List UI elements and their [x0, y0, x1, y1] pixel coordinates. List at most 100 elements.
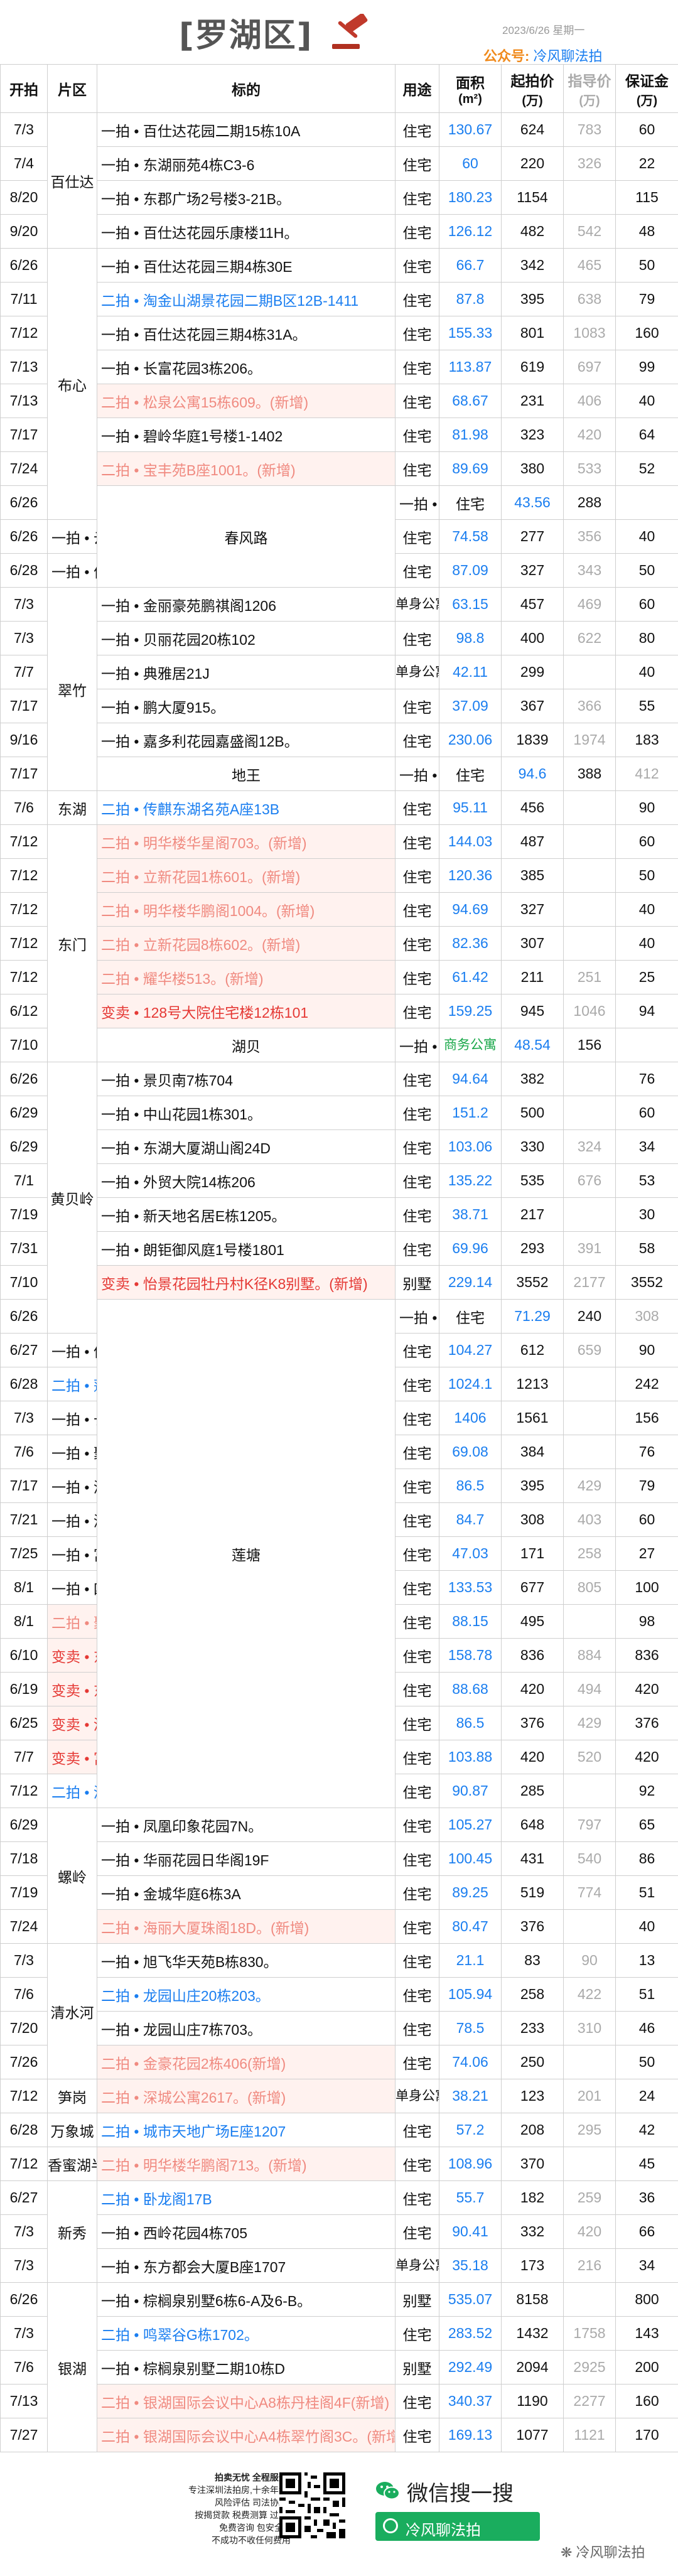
- target-cell[interactable]: 二拍 • 海丽大厦珠阁18D。(新增): [97, 1909, 396, 1944]
- ref-price-cell: [563, 1604, 616, 1639]
- target-cell[interactable]: 一拍 • 四季御园6座4003: [47, 1570, 97, 1605]
- target-cell[interactable]: 二拍 • 明华楼华鹏阁1004。(新增): [97, 892, 396, 927]
- target-cell[interactable]: 二拍 • 明华楼华鹏阁713。(新增): [97, 2147, 396, 2181]
- target-cell[interactable]: 一拍 • 百仕达花园乐康楼11H。: [97, 214, 396, 249]
- target-cell[interactable]: 一拍 • 金城华庭6栋3A: [97, 1875, 396, 1910]
- target-cell[interactable]: 变卖 • 怡景花园牡丹村K径K8别墅。(新增): [97, 1265, 396, 1300]
- target-cell[interactable]: 一拍 • 莲塘楼B栋B101 (莲景花园B栋B单元): [395, 1299, 439, 1334]
- target-cell[interactable]: 一拍 • 汇金天琅大厦1523: [395, 485, 439, 520]
- target-cell[interactable]: 二拍 • 松泉公寓15栋609。(新增): [97, 384, 396, 418]
- date-cell: 7/24: [0, 1909, 48, 1944]
- qr-code[interactable]: [279, 2472, 345, 2538]
- target-cell[interactable]: 一拍 • 碧岭华庭1号楼1-1402: [97, 418, 396, 452]
- target-cell[interactable]: 变卖 • 128号大院住宅楼12栋101: [97, 994, 396, 1028]
- target-cell[interactable]: 一拍 • 华丽花园日华阁19F: [97, 1841, 396, 1876]
- date-cell: 7/19: [0, 1197, 48, 1232]
- target-cell[interactable]: 二拍 • 立新花园8栋602。(新增): [97, 926, 396, 961]
- target-cell[interactable]: 一拍 • 凤凰印象花园7N。: [97, 1808, 396, 1842]
- target-cell[interactable]: 二拍 • 鸣翠谷G栋1702。: [97, 2316, 396, 2351]
- target-cell[interactable]: 一拍 • 百仕达花园三期4栋30E: [97, 248, 396, 283]
- target-cell[interactable]: 一拍 • 中山花园1栋301。: [97, 1096, 396, 1130]
- date-cell: 6/27: [0, 1333, 48, 1367]
- target-cell[interactable]: 一拍 • 金丽豪苑鹏祺阁1206: [97, 587, 396, 622]
- target-cell[interactable]: 一拍 • 港丰大厦1栋33A07: [395, 1028, 439, 1062]
- target-cell[interactable]: 二拍 • 城市天地广场E座1207: [97, 2113, 396, 2147]
- target-cell[interactable]: 变卖 • 富达花园A栋4号楼4D-805。(新增): [47, 1740, 97, 1774]
- start-price-cell: 299: [501, 655, 564, 689]
- target-cell[interactable]: 一拍 • 新天地名居E栋1205。: [97, 1197, 396, 1232]
- ref-price-cell: 676: [563, 1163, 616, 1198]
- target-cell[interactable]: 一拍 • 景贝南7栋704: [97, 1062, 396, 1096]
- start-price-cell: 420: [501, 1740, 564, 1774]
- target-cell[interactable]: 一拍 • 棕榈泉别墅二期10栋D: [97, 2350, 396, 2385]
- target-cell[interactable]: 二拍 • 深城公寓2617。(新增): [97, 2079, 396, 2113]
- target-cell[interactable]: 二拍 • 金豪花园2栋406(新增): [97, 2045, 396, 2079]
- target-cell[interactable]: 二拍 • 明华楼华星阁703。(新增): [97, 824, 396, 859]
- target-cell[interactable]: 一拍 • 长岭村32号房地产的使用权: [47, 1401, 97, 1435]
- use-cell: 住宅: [439, 757, 502, 791]
- deposit-cell: 40: [615, 519, 678, 554]
- target-cell[interactable]: 一拍 • 聚宝华府B座9F房: [47, 1435, 97, 1469]
- target-cell[interactable]: 一拍 • 朗钜御风庭1号楼1801: [97, 1231, 396, 1266]
- watermark: ❋ 冷风聊法拍: [561, 2545, 645, 2560]
- target-cell[interactable]: 一拍 • 龙园山庄7栋703。: [97, 2011, 396, 2045]
- target-cell[interactable]: 二拍 • 宝丰苑B座1001。(新增): [97, 451, 396, 486]
- deposit-cell: 25: [615, 960, 678, 994]
- target-cell[interactable]: 变卖 • 东方尊峪花园逸清阁1-4A。: [47, 1638, 97, 1673]
- target-cell[interactable]: 一拍 • 港莲村101栋502: [47, 1502, 97, 1537]
- ref-price-cell: [563, 1909, 616, 1944]
- ref-price-cell: 622: [563, 621, 616, 655]
- target-cell[interactable]: 一拍 • 佳宁娜友谊广场B座B-1703: [47, 553, 97, 588]
- target-cell[interactable]: 二拍 • 港逸豪庭A座26C: [47, 1774, 97, 1808]
- target-cell[interactable]: 一拍 • 棕榈泉别墅6栋6-A及6-B。: [97, 2282, 396, 2317]
- target-cell[interactable]: 二拍 • 传麒东湖名苑A座13B: [97, 790, 396, 825]
- target-cell[interactable]: 一拍 • 宝丽大厦1座21E: [395, 757, 439, 791]
- start-price-cell: 327: [501, 553, 564, 588]
- target-cell[interactable]: 一拍 • 百仕达花园三期4栋31A。: [97, 316, 396, 350]
- target-cell[interactable]: 二拍 • 卧龙阁17B: [97, 2180, 396, 2215]
- target-cell[interactable]: 一拍 • 旭飞华天苑B栋830。: [97, 1943, 396, 1978]
- start-price-cell: 173: [501, 2248, 564, 2283]
- deposit-cell: 420: [615, 1740, 678, 1774]
- target-cell[interactable]: 一拍 • 百仕达花园二期15栋10A: [97, 112, 396, 147]
- target-cell[interactable]: 一拍 • 云景豪园豪景阁17K: [47, 519, 97, 554]
- target-cell[interactable]: 一拍 • 贝丽花园20栋102: [97, 621, 396, 655]
- use-cell: 住宅: [439, 485, 502, 520]
- target-cell[interactable]: 一拍 • 嘉多利花园嘉盛阁12B。: [97, 723, 396, 757]
- target-cell[interactable]: 二拍 • 耀华楼513。(新增): [97, 960, 396, 994]
- target-cell[interactable]: 一拍 • 鹏大厦915。: [97, 689, 396, 723]
- target-cell[interactable]: 一拍 • 港莲村334栋101: [47, 1469, 97, 1503]
- ref-price-cell: 422: [563, 1977, 616, 2012]
- start-price-cell: 1154: [501, 180, 564, 215]
- date-cell: 7/20: [0, 2011, 48, 2045]
- target-cell[interactable]: 一拍 • 东湖大厦湖山阁24D: [97, 1129, 396, 1164]
- target-cell[interactable]: 二拍 • 淘金山湖景花园二期B区12B-1411: [97, 282, 396, 316]
- deposit-cell: 800: [615, 2282, 678, 2317]
- ref-price-cell: [563, 790, 616, 825]
- target-cell[interactable]: 一拍 • 东湖丽苑4栋C3-6: [97, 146, 396, 181]
- target-cell[interactable]: 二拍 • 莲塘工业大厦单身宿舍第六层: [47, 1367, 97, 1401]
- target-cell[interactable]: 一拍 • 东方都会大厦B座1707: [97, 2248, 396, 2283]
- ref-price-cell: 540: [563, 1841, 616, 1876]
- target-cell[interactable]: 二拍 • 银湖国际会议中心A4栋翠竹阁3C。(新增): [97, 2418, 396, 2452]
- target-cell[interactable]: 二拍 • 聚宝华府A座15E(新增): [47, 1604, 97, 1639]
- target-cell[interactable]: 变卖 • 港莲村334栋101: [47, 1706, 97, 1740]
- date-cell: 7/12: [0, 892, 48, 927]
- target-cell[interactable]: 一拍 • 东郡广场2号楼3-21B。: [97, 180, 396, 215]
- target-cell[interactable]: 二拍 • 银湖国际会议中心A8栋丹桂阁4F(新增): [97, 2384, 396, 2418]
- use-cell: 住宅: [395, 1536, 439, 1571]
- search-bar[interactable]: 冷风聊法拍: [375, 2512, 540, 2541]
- target-cell[interactable]: 一拍 • 富达花园A栋C705。: [47, 1536, 97, 1571]
- target-cell[interactable]: 一拍 • 典雅居21J: [97, 655, 396, 689]
- target-cell[interactable]: 二拍 • 立新花园1栋601。(新增): [97, 858, 396, 893]
- target-cell[interactable]: 一拍 • 长富花园3栋206。: [97, 350, 396, 384]
- target-cell[interactable]: 一拍 • 外贸大院14栋206: [97, 1163, 396, 1198]
- date-cell: 7/6: [0, 2350, 48, 2385]
- target-cell[interactable]: 一拍 • 西岭花园4栋705: [97, 2214, 396, 2249]
- table-row: 7/13 二拍 • 银湖国际会议中心A8栋丹桂阁4F(新增) 住宅 340.37 119…: [0, 2384, 678, 2418]
- target-cell[interactable]: 二拍 • 龙园山庄20栋203。: [97, 1977, 396, 2012]
- target-cell[interactable]: 变卖 • 东方尊峪花园逸澜阁2-14B: [47, 1672, 97, 1706]
- target-cell[interactable]: 一拍 • 仙桐合正锦园6栋201。: [47, 1333, 97, 1367]
- start-price-cell: 495: [501, 1604, 564, 1639]
- size-cell: 47.03: [439, 1536, 502, 1571]
